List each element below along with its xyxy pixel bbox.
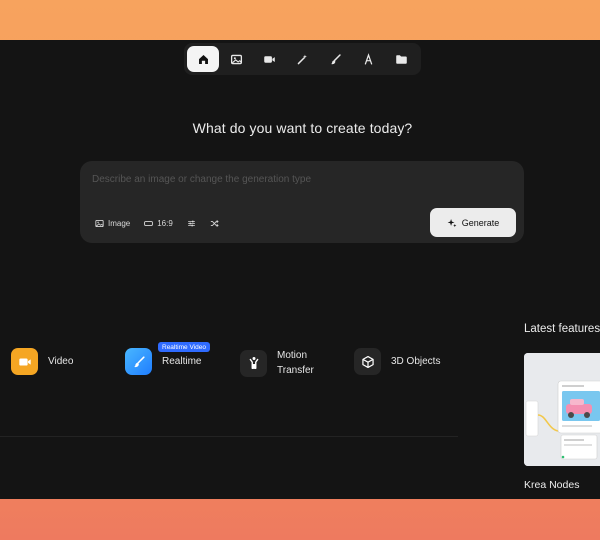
shuffle-button[interactable] — [210, 219, 219, 228]
settings-button[interactable] — [187, 219, 196, 228]
page-heading: What do you want to create today? — [192, 120, 413, 136]
nav-home-button[interactable] — [187, 46, 219, 72]
tool-video[interactable]: Video — [11, 348, 73, 375]
feature-card-krea-nodes[interactable] — [524, 353, 600, 466]
home-icon — [198, 54, 208, 64]
section-divider — [0, 436, 458, 437]
prompt-input[interactable] — [92, 170, 492, 188]
aspect-ratio-label: 16:9 — [157, 219, 173, 228]
cube-icon — [361, 355, 374, 368]
brush-icon — [133, 355, 145, 367]
aspect-ratio-selector[interactable]: 16:9 — [144, 219, 173, 228]
top-nav — [184, 43, 421, 75]
mode-label: Image — [108, 219, 131, 228]
nav-enhance-button[interactable] — [286, 46, 318, 72]
folder-icon — [395, 54, 407, 64]
tool-realtime[interactable]: Realtime — [125, 348, 201, 375]
latest-features-title: Latest features — [524, 323, 600, 335]
feature-name: Krea Nodes — [524, 479, 580, 491]
video-icon — [18, 358, 31, 365]
prompt-box: Image 16:9 Generate — [80, 161, 524, 243]
image-icon — [95, 219, 104, 228]
magic-wand-icon — [297, 54, 307, 64]
tool-3d-label: 3D Objects — [391, 356, 441, 367]
prompt-options: Image 16:9 — [95, 219, 219, 228]
nav-image-button[interactable] — [220, 46, 252, 72]
generate-button[interactable]: Generate — [430, 208, 516, 237]
tool-video-icon-wrap — [11, 348, 38, 375]
video-icon — [263, 55, 275, 63]
brush-icon — [330, 53, 341, 64]
figure-icon — [248, 356, 259, 369]
shuffle-icon — [210, 220, 219, 227]
tool-motion-icon-wrap — [240, 349, 267, 377]
tool-video-label: Video — [48, 356, 74, 367]
image-icon — [230, 54, 242, 64]
tool-motion-label: Motion Transfer — [277, 350, 314, 376]
mode-selector[interactable]: Image — [95, 219, 130, 228]
font-icon — [364, 52, 372, 65]
tool-3d-icon-wrap — [354, 348, 381, 375]
nav-font-button[interactable] — [352, 46, 384, 72]
nav-files-button[interactable] — [385, 46, 417, 72]
generate-label: Generate — [461, 217, 500, 228]
sparkle-icon — [447, 218, 457, 227]
aspect-ratio-icon — [144, 221, 154, 226]
feature-thumbnail — [524, 353, 600, 466]
tool-realtime-icon-wrap — [125, 348, 152, 375]
tool-motion-transfer[interactable]: Motion Transfer — [240, 348, 322, 378]
sliders-icon — [187, 220, 195, 227]
nav-video-button[interactable] — [253, 46, 285, 72]
tool-3d-objects[interactable]: 3D Objects — [354, 348, 440, 375]
nav-edit-button[interactable] — [319, 46, 351, 72]
app-window: What do you want to create today? Image … — [0, 40, 600, 499]
tool-realtime-label: Realtime — [162, 356, 202, 367]
